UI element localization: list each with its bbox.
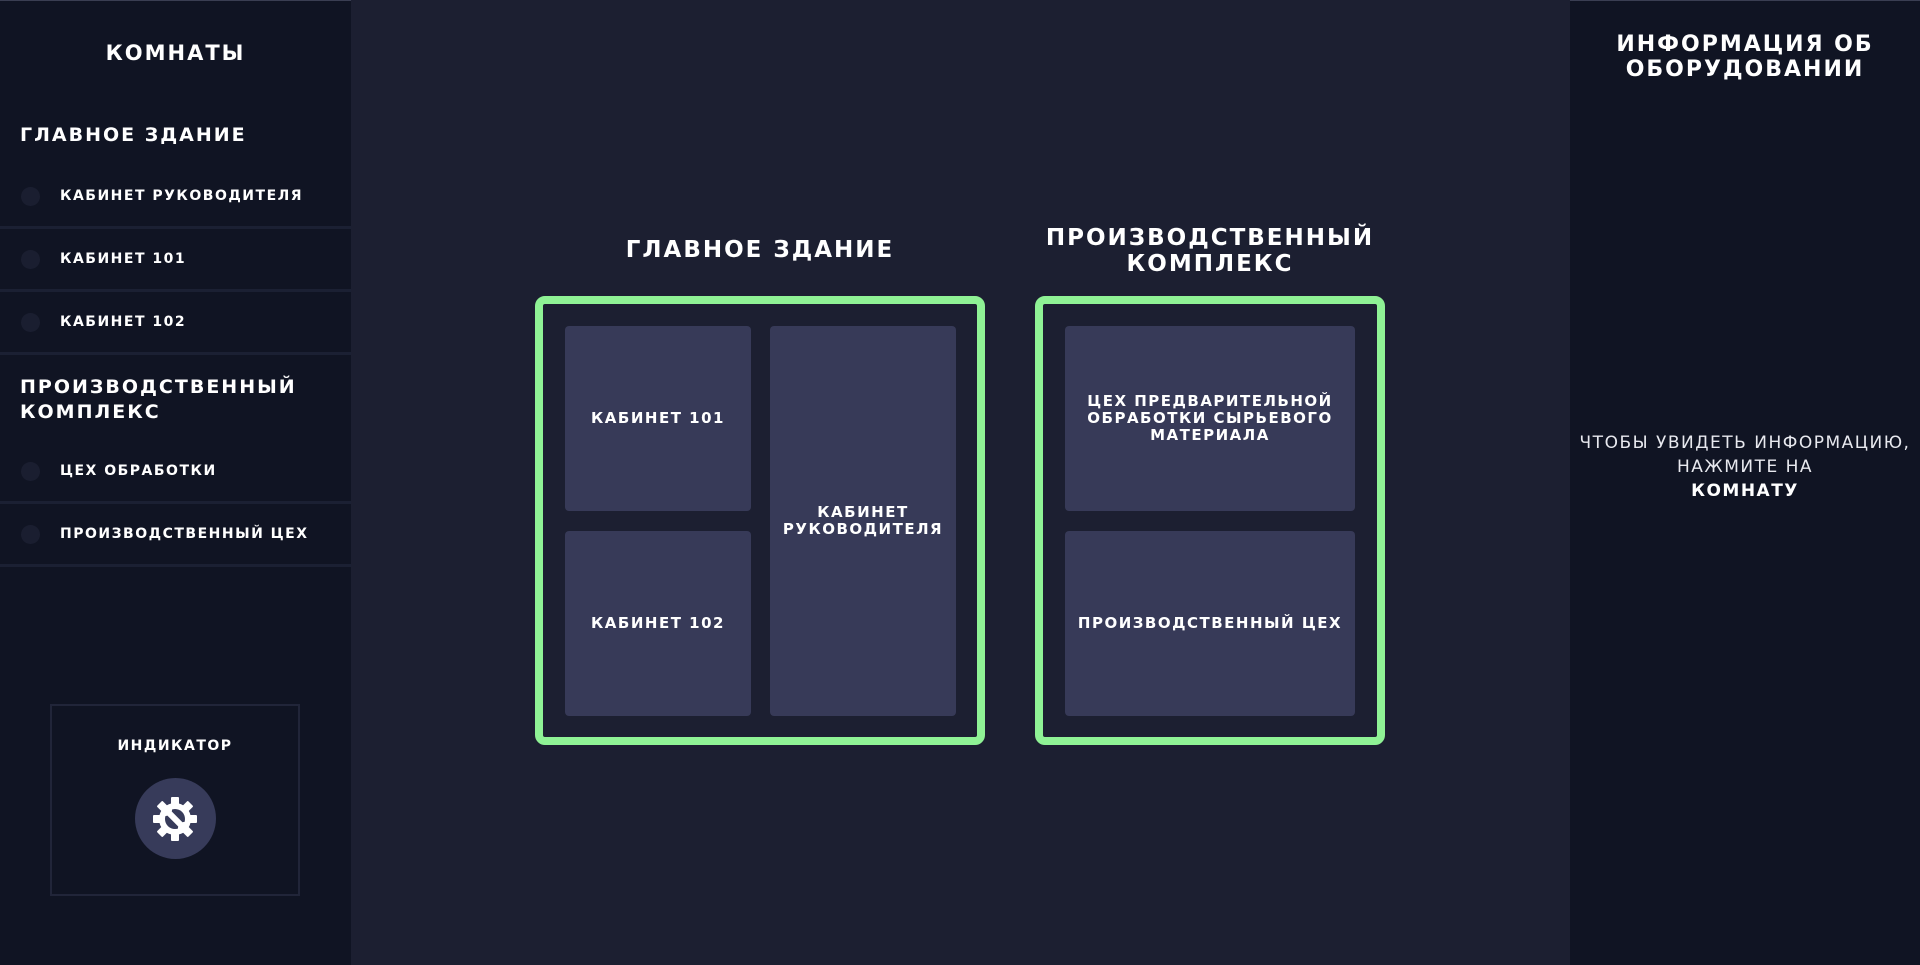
info-hint: ЧТОБЫ УВИДЕТЬ ИНФОРМАЦИЮ, НАЖМИТЕ НА КОМ…	[1570, 431, 1920, 503]
indicator-label: ИНДИКАТОР	[117, 738, 233, 754]
building-title-main: ГЛАВНОЕ ЗДАНИЕ	[625, 237, 895, 263]
status-dot	[21, 461, 40, 481]
sidebar-item-label: ПРОИЗВОДСТВЕННЫЙ ЦЕХ	[60, 526, 309, 542]
room-director-office[interactable]: КАБИНЕТ РУКОВОДИТЕЛЯ	[770, 326, 956, 716]
room-list-production-complex: ЦЕХ ОБРАБОТКИ ПРОИЗВОДСТВЕННЫЙ ЦЕХ	[0, 441, 351, 567]
sidebar-title: КОМНАТЫ	[105, 41, 246, 65]
indicator-button[interactable]	[134, 778, 216, 859]
status-dot	[21, 249, 40, 269]
sidebar-item-director-office[interactable]: КАБИНЕТ РУКОВОДИТЕЛЯ	[0, 166, 351, 229]
status-dot	[21, 524, 40, 544]
room-list-main-building: КАБИНЕТ РУКОВОДИТЕЛЯ КАБИНЕТ 101 КАБИНЕТ…	[0, 166, 351, 355]
rooms-sidebar: КОМНАТЫ ГЛАВНОЕ ЗДАНИЕ КАБИНЕТ РУКОВОДИТ…	[0, 0, 351, 965]
room-office-101[interactable]: КАБИНЕТ 101	[565, 326, 751, 511]
sidebar-item-label: КАБИНЕТ 102	[60, 314, 187, 330]
room-production-shop[interactable]: ПРОИЗВОДСТВЕННЫЙ ЦЕХ	[1065, 531, 1355, 716]
sidebar-item-label: КАБИНЕТ РУКОВОДИТЕЛЯ	[60, 188, 304, 204]
sidebar-item-production-shop[interactable]: ПРОИЗВОДСТВЕННЫЙ ЦЕХ	[0, 504, 351, 567]
status-dot	[21, 186, 40, 206]
info-title: ИНФОРМАЦИЯ ОБ ОБОРУДОВАНИИ	[1616, 32, 1874, 82]
sidebar-item-office-102[interactable]: КАБИНЕТ 102	[0, 292, 351, 355]
sidebar-item-processing-shop[interactable]: ЦЕХ ОБРАБОТКИ	[0, 441, 351, 504]
sidebar-item-label: ЦЕХ ОБРАБОТКИ	[60, 463, 217, 479]
building-production: ЦЕХ ПРЕДВАРИТЕЛЬНОЙ ОБРАБОТКИ СЫРЬЕВОГО …	[1035, 296, 1385, 745]
group-title-main-building: ГЛАВНОЕ ЗДАНИЕ	[20, 124, 247, 146]
building-title-production: ПРОИЗВОДСТВЕННЫЙ КОМПЛЕКС	[1045, 225, 1375, 277]
status-dot	[21, 312, 40, 332]
equipment-info-panel: ИНФОРМАЦИЯ ОБ ОБОРУДОВАНИИ ЧТОБЫ УВИДЕТЬ…	[1570, 0, 1920, 965]
room-office-102[interactable]: КАБИНЕТ 102	[565, 531, 751, 716]
building-main: КАБИНЕТ 101 КАБИНЕТ 102 КАБИНЕТ РУКОВОДИ…	[535, 296, 985, 745]
indicator-panel: ИНДИКАТОР	[50, 704, 300, 896]
sidebar-item-label: КАБИНЕТ 101	[60, 251, 187, 267]
info-hint-text: ЧТОБЫ УВИДЕТЬ ИНФОРМАЦИЮ, НАЖМИТЕ НА	[1579, 433, 1911, 477]
gear-wrench-icon	[153, 796, 197, 841]
info-hint-bold: КОМНАТУ	[1691, 481, 1799, 501]
group-title-production-complex: ПРОИЗВОДСТВЕННЫЙ КОМПЛЕКС	[20, 376, 297, 423]
sidebar-item-office-101[interactable]: КАБИНЕТ 101	[0, 229, 351, 292]
room-preprocessing-shop[interactable]: ЦЕХ ПРЕДВАРИТЕЛЬНОЙ ОБРАБОТКИ СЫРЬЕВОГО …	[1065, 326, 1355, 511]
